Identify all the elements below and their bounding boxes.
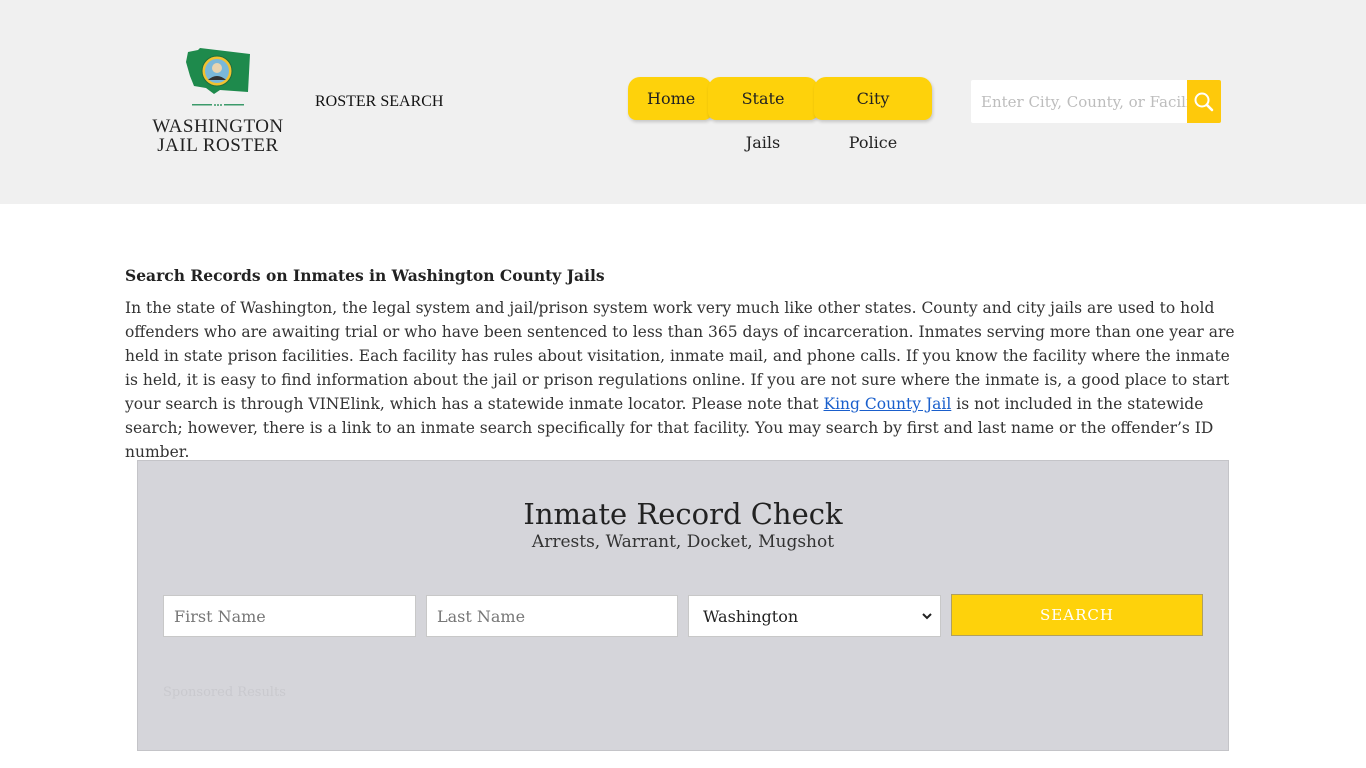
site-header: WASHINGTON JAIL ROSTER ROSTER SEARCH Hom… xyxy=(0,0,1366,204)
intro-paragraph: In the state of Washington, the legal sy… xyxy=(125,296,1245,464)
record-check-subtitle: Arrests, Warrant, Docket, Mugshot xyxy=(531,532,835,552)
main-nav: Home State Jails City Police xyxy=(628,77,932,152)
search-button[interactable]: SEARCH xyxy=(951,594,1203,636)
logo-text-line2: JAIL ROSTER xyxy=(157,135,279,156)
king-county-jail-link[interactable]: King County Jail xyxy=(824,395,952,413)
search-icon xyxy=(1194,92,1214,111)
first-name-input[interactable] xyxy=(163,595,416,637)
chevron-down-icon xyxy=(922,613,932,620)
site-tagline: ROSTER SEARCH xyxy=(315,93,444,110)
nav-city-police[interactable]: City Police xyxy=(814,77,932,152)
site-logo[interactable]: WASHINGTON JAIL ROSTER xyxy=(148,46,288,158)
washington-flag-icon xyxy=(186,48,250,94)
page-heading: Search Records on Inmates in Washington … xyxy=(125,266,605,285)
main-content: Search Records on Inmates in Washington … xyxy=(125,266,1245,464)
logo-divider xyxy=(192,104,244,106)
state-select-value: Washington xyxy=(703,606,799,626)
last-name-input[interactable] xyxy=(426,595,678,637)
record-check-title: Inmate Record Check xyxy=(523,497,843,531)
header-search xyxy=(971,80,1221,123)
header-search-button[interactable] xyxy=(1187,80,1221,123)
nav-state-jails[interactable]: State Jails xyxy=(708,77,818,152)
record-check-panel: Inmate Record Check Arrests, Warrant, Do… xyxy=(137,460,1229,751)
location-search-input[interactable] xyxy=(971,80,1187,123)
nav-home[interactable]: Home xyxy=(628,77,712,120)
state-select[interactable]: Washington xyxy=(688,595,941,637)
sponsored-results-label: Sponsored Results xyxy=(163,685,286,700)
